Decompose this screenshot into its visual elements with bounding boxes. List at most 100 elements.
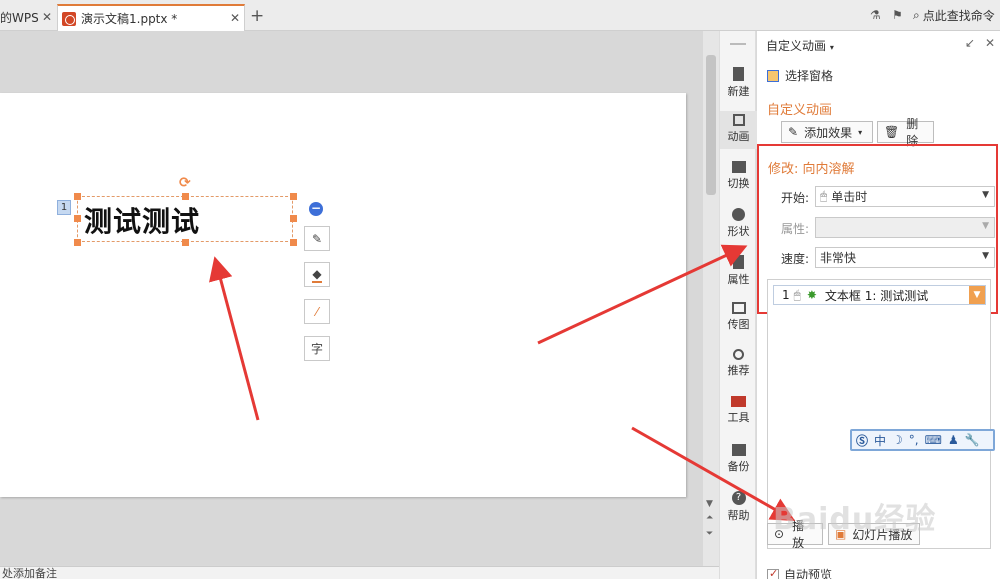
speed-select[interactable]: 非常快 ▼	[815, 247, 995, 268]
auto-preview-toggle[interactable]: 自动预览	[767, 566, 832, 579]
custom-animation-panel: 自定义动画 ▾ ↙ ✕ 选择窗格 自定义动画 ✎ 添加效果 ▾ 🗑 删除 修改:…	[757, 31, 1000, 579]
notes-bar[interactable]: 处添加备注	[0, 566, 719, 579]
next-slide-icon[interactable]: ⏷	[706, 529, 713, 539]
flag-icon[interactable]: ⚑	[892, 8, 903, 22]
prev-slide-icon[interactable]: ⏶	[706, 513, 713, 523]
resize-handle[interactable]	[290, 193, 297, 200]
chevron-down-icon[interactable]: ▼	[969, 286, 985, 304]
list-item[interactable]: 1 🖱 ✸ 文本框 1: 测试测试 ▼	[773, 285, 986, 305]
pen-icon: ✎	[311, 231, 323, 246]
strip-item-recommend[interactable]: 推荐	[720, 349, 757, 378]
panel-title[interactable]: 自定义动画 ▾	[766, 37, 834, 54]
resize-handle[interactable]	[182, 239, 189, 246]
grip-handle	[730, 43, 746, 45]
mouse-icon: 🖱	[793, 287, 801, 302]
selection-pane-button[interactable]: 选择窗格	[767, 67, 833, 84]
transition-icon	[731, 161, 746, 173]
close-icon[interactable]: ✕	[230, 11, 240, 25]
collapse-icon[interactable]: −	[309, 202, 323, 216]
strip-item-transition[interactable]: 切换	[720, 161, 757, 191]
new-document-icon	[733, 67, 744, 81]
strip-item-tools[interactable]: 工具	[720, 396, 757, 425]
effect-icon: ✸	[806, 288, 817, 302]
slide-text[interactable]: 测试测试	[84, 200, 200, 240]
slideshow-button[interactable]: ▣ 幻灯片播放	[828, 523, 920, 545]
notes-placeholder: 处添加备注	[2, 567, 57, 579]
play-button[interactable]: ⊙ 播放	[767, 519, 823, 550]
mouse-icon: 🖱	[820, 189, 828, 203]
close-icon[interactable]: ✕	[42, 10, 52, 24]
strip-item-upload-image[interactable]: 传图	[720, 302, 757, 332]
resize-handle[interactable]	[74, 193, 81, 200]
toolbox-icon	[731, 396, 746, 407]
strip-item-new[interactable]: 新建	[720, 67, 757, 99]
start-label: 开始:	[781, 191, 810, 205]
wrench-icon[interactable]: 🔧	[965, 433, 980, 447]
chevron-down-icon: ▼	[982, 251, 989, 261]
strip-item-shape[interactable]: 形状	[720, 208, 757, 239]
slide-canvas	[0, 31, 703, 565]
new-tab-icon[interactable]: +	[250, 6, 264, 26]
ime-chinese-mode[interactable]: 中	[874, 432, 886, 449]
line-icon: ⁄	[315, 304, 318, 319]
text-format-icon: 字	[310, 342, 323, 356]
pptx-file-icon	[62, 11, 76, 26]
speed-label: 速度:	[781, 252, 810, 266]
resize-handle[interactable]	[74, 239, 81, 246]
rotate-handle-icon[interactable]: ⟳	[179, 175, 191, 191]
paint-bucket-icon: ◆	[312, 266, 322, 283]
chevron-down-icon: ▾	[858, 127, 863, 137]
scroll-down-icon[interactable]: ▼	[706, 499, 713, 509]
tab-wps[interactable]: 的WPS ✕	[0, 4, 56, 31]
task-pane-strip: 新建 动画 切换 形状 属性 传图 推荐 工具 备份 ? 帮助	[719, 31, 757, 579]
outline-button[interactable]: ⁄	[304, 299, 330, 324]
pen-icon: ✎	[788, 125, 799, 139]
slide[interactable]	[0, 93, 686, 497]
animation-list[interactable]: 1 🖱 ✸ 文本框 1: 测试测试 ▼	[767, 279, 991, 549]
property-label: 属性:	[781, 222, 810, 236]
selection-pane-icon	[767, 69, 779, 82]
ime-logo-icon: Ⓢ	[856, 433, 869, 448]
resize-handle[interactable]	[290, 215, 297, 222]
resize-handle[interactable]	[290, 239, 297, 246]
strip-item-animation[interactable]: 动画	[720, 111, 757, 149]
resize-handle[interactable]	[182, 193, 189, 200]
chevron-down-icon: ▼	[982, 190, 989, 200]
start-select[interactable]: 🖱 单击时 ▼	[815, 186, 995, 207]
chevron-down-icon: ▼	[982, 221, 989, 231]
search-icon: ⌕	[913, 8, 920, 22]
slideshow-icon: ▣	[835, 527, 847, 541]
delete-button[interactable]: 🗑 删除	[877, 117, 934, 148]
close-icon[interactable]: ✕	[985, 36, 995, 50]
strip-item-property[interactable]: 属性	[720, 255, 757, 287]
scroll-thumb[interactable]	[706, 55, 716, 195]
trash-icon: 🗑	[884, 125, 900, 139]
tab-wps-label: 的WPS	[0, 11, 39, 25]
ime-toolbar[interactable]: Ⓢ 中 ☽ °, ⌨ ♟ 🔧	[850, 429, 995, 451]
resize-handle[interactable]	[74, 215, 81, 222]
edit-style-button[interactable]: ✎	[304, 226, 330, 251]
property-icon	[733, 255, 744, 269]
tab-presentation-label: 演示文稿1.pptx *	[81, 12, 178, 26]
dock-icon[interactable]: ↙	[965, 36, 975, 50]
command-search[interactable]: ⌕ 点此查找命令	[913, 7, 995, 24]
skin-icon[interactable]: ⚗	[870, 8, 881, 22]
command-search-label: 点此查找命令	[922, 9, 995, 23]
tab-presentation[interactable]: 演示文稿1.pptx * ✕	[57, 4, 245, 31]
punctuation-icon[interactable]: °,	[909, 433, 919, 447]
backup-icon	[731, 444, 746, 456]
recommend-icon	[733, 349, 744, 360]
text-format-button[interactable]: 字	[304, 336, 330, 361]
vertical-scrollbar[interactable]: ▼ ⏶ ⏷	[703, 31, 719, 566]
chevron-down-icon: ▾	[829, 43, 834, 52]
keyboard-icon[interactable]: ⌨	[925, 433, 942, 447]
fill-button[interactable]: ◆	[304, 262, 330, 287]
animation-order-badge[interactable]: 1	[57, 200, 71, 215]
strip-item-backup[interactable]: 备份	[720, 444, 757, 474]
strip-item-help[interactable]: ? 帮助	[720, 491, 757, 523]
modify-title: 修改: 向内溶解	[768, 162, 855, 177]
moon-icon[interactable]: ☽	[892, 433, 903, 447]
add-effect-button[interactable]: ✎ 添加效果 ▾	[781, 121, 873, 143]
user-icon[interactable]: ♟	[948, 433, 959, 447]
auto-preview-checkbox[interactable]	[767, 567, 779, 579]
